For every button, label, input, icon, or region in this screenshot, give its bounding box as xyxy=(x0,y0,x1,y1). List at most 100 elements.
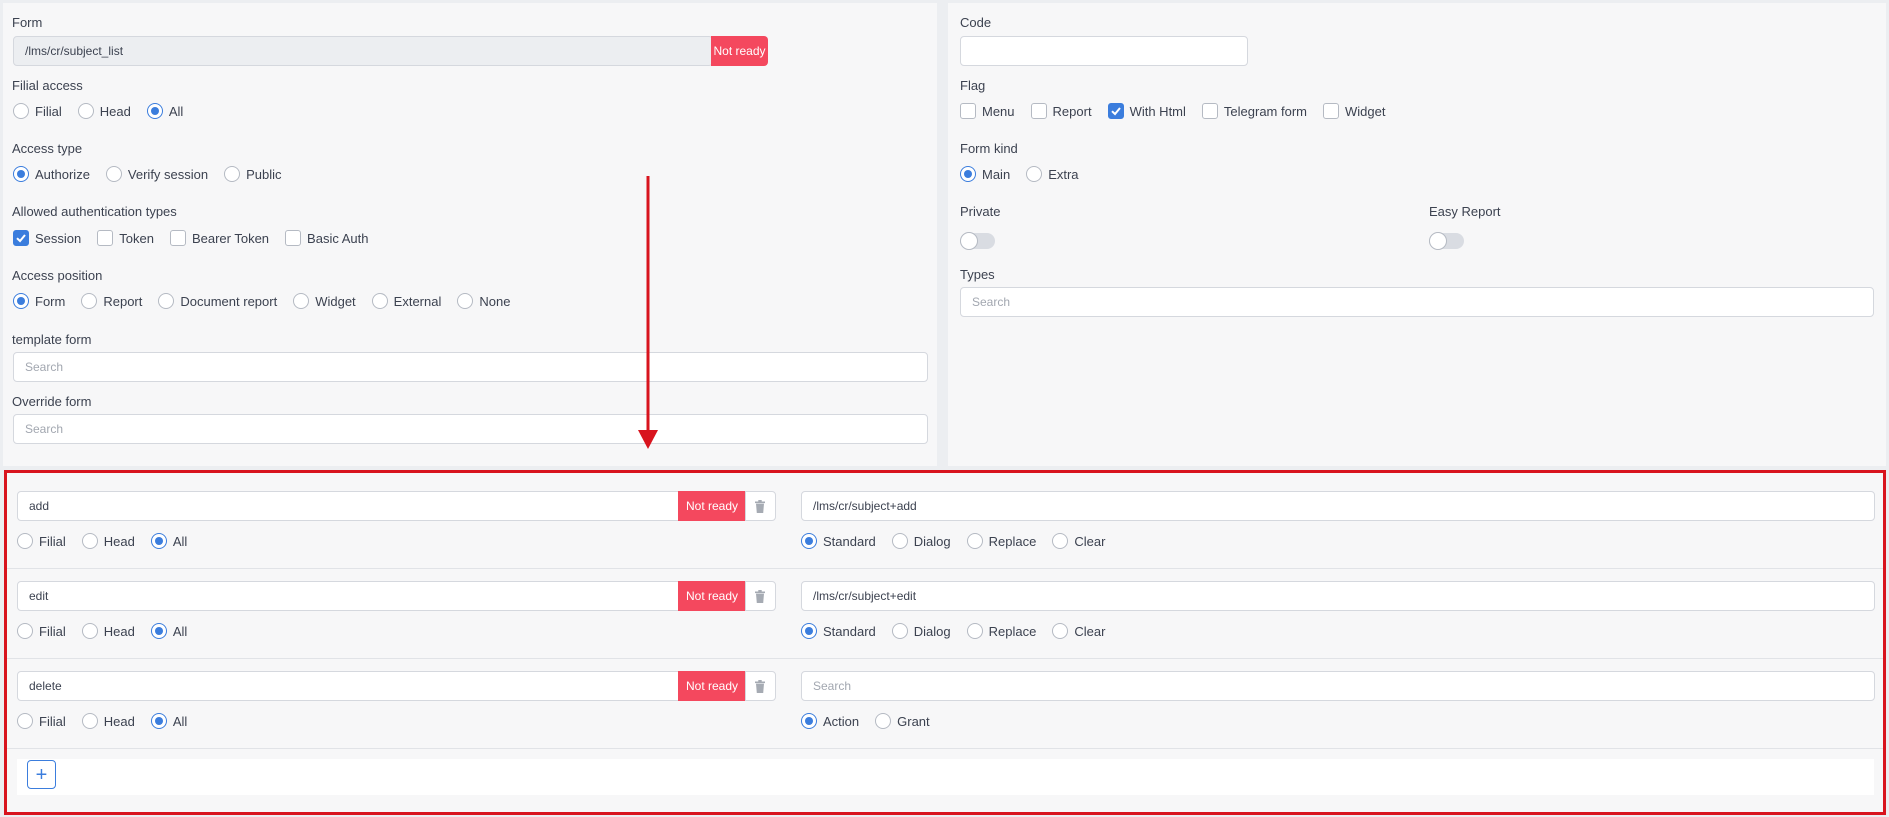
checkbox-icon[interactable] xyxy=(960,103,976,119)
flag-option[interactable]: Widget xyxy=(1322,103,1385,119)
access-position-option[interactable]: External xyxy=(371,293,441,309)
checkbox-icon[interactable] xyxy=(1030,103,1047,119)
action-filial-option[interactable]: Head xyxy=(81,533,135,549)
access-position-option[interactable]: Document report xyxy=(158,293,277,309)
action-mode-option[interactable]: Standard xyxy=(801,533,876,549)
access-position-option[interactable]: Widget xyxy=(293,293,356,309)
radio-icon[interactable] xyxy=(1052,623,1069,639)
checkbox-checked-icon[interactable] xyxy=(13,230,29,246)
radio-icon[interactable] xyxy=(1052,533,1069,549)
radio-icon[interactable] xyxy=(875,713,892,729)
code-input[interactable] xyxy=(960,36,1248,66)
radio-icon[interactable] xyxy=(966,533,983,549)
radio-icon[interactable] xyxy=(81,533,98,549)
action-mode-option[interactable]: Standard xyxy=(801,623,876,639)
radio-icon[interactable] xyxy=(966,623,983,639)
action-target-input[interactable]: /lms/cr/subject+edit xyxy=(801,581,1875,611)
action-mode-option[interactable]: Grant xyxy=(875,713,930,729)
access-position-option[interactable]: None xyxy=(457,293,510,309)
radio-icon[interactable] xyxy=(801,713,817,729)
types-search-input[interactable]: Search xyxy=(960,287,1874,317)
access-position-option[interactable]: Report xyxy=(81,293,142,309)
radio-icon[interactable] xyxy=(150,623,167,639)
access-position-option[interactable]: Form xyxy=(13,293,65,309)
action-filial-option[interactable]: All xyxy=(150,623,187,639)
filial-access-option[interactable]: All xyxy=(146,103,183,119)
radio-icon[interactable] xyxy=(158,293,175,309)
checkbox-icon[interactable] xyxy=(169,230,186,246)
action-filial-option[interactable]: Head xyxy=(81,623,135,639)
radio-icon[interactable] xyxy=(13,293,29,309)
flag-option[interactable]: With Html xyxy=(1107,103,1186,119)
radio-icon[interactable] xyxy=(17,713,33,729)
radio-icon[interactable] xyxy=(81,293,98,309)
access-type-option[interactable]: Verify session xyxy=(105,166,208,182)
action-code-input[interactable]: edit xyxy=(17,581,682,611)
action-code-input[interactable]: delete xyxy=(17,671,682,701)
radio-icon[interactable] xyxy=(13,166,29,182)
radio-icon[interactable] xyxy=(457,293,474,309)
auth-type-option[interactable]: Bearer Token xyxy=(169,230,269,246)
radio-icon[interactable] xyxy=(17,533,33,549)
action-filial-option[interactable]: All xyxy=(150,713,187,729)
radio-icon[interactable] xyxy=(1026,166,1043,182)
action-filial-option[interactable]: Filial xyxy=(17,533,66,549)
auth-type-option[interactable]: Session xyxy=(13,230,81,246)
action-mode-option[interactable]: Dialog xyxy=(891,623,951,639)
action-target-search-input[interactable]: Search xyxy=(801,671,1875,701)
radio-icon[interactable] xyxy=(17,623,33,639)
checkbox-icon[interactable] xyxy=(285,230,302,246)
radio-icon[interactable] xyxy=(150,713,167,729)
action-filial-option[interactable]: All xyxy=(150,533,187,549)
action-mode-option[interactable]: Dialog xyxy=(891,533,951,549)
action-mode-option[interactable]: Replace xyxy=(966,623,1036,639)
radio-icon[interactable] xyxy=(224,166,241,182)
action-filial-option[interactable]: Head xyxy=(81,713,135,729)
trash-icon[interactable] xyxy=(746,581,774,611)
template-form-search-input[interactable]: Search xyxy=(13,352,928,382)
filial-access-option[interactable]: Filial xyxy=(13,103,62,119)
action-filial-option[interactable]: Filial xyxy=(17,623,66,639)
checkbox-checked-icon[interactable] xyxy=(1107,103,1124,119)
action-target-input[interactable]: /lms/cr/subject+add xyxy=(801,491,1875,521)
radio-icon[interactable] xyxy=(801,533,817,549)
add-action-button[interactable]: + xyxy=(27,760,56,789)
auth-type-option[interactable]: Token xyxy=(97,230,154,246)
trash-icon[interactable] xyxy=(746,491,774,521)
action-code-input[interactable]: add xyxy=(17,491,682,521)
radio-icon[interactable] xyxy=(891,533,908,549)
form-kind-option[interactable]: Extra xyxy=(1026,166,1079,182)
flag-option[interactable]: Report xyxy=(1030,103,1092,119)
radio-icon[interactable] xyxy=(105,166,122,182)
filial-access-option[interactable]: Head xyxy=(77,103,131,119)
access-type-option[interactable]: Public xyxy=(224,166,282,182)
radio-icon[interactable] xyxy=(371,293,388,309)
flag-option[interactable]: Telegram form xyxy=(1201,103,1307,119)
action-mode-option[interactable]: Replace xyxy=(966,533,1036,549)
radio-icon[interactable] xyxy=(13,103,29,119)
action-mode-option[interactable]: Clear xyxy=(1052,533,1105,549)
radio-icon[interactable] xyxy=(77,103,94,119)
checkbox-icon[interactable] xyxy=(1201,103,1218,119)
private-toggle[interactable] xyxy=(960,232,995,250)
access-type-option[interactable]: Authorize xyxy=(13,166,90,182)
radio-icon[interactable] xyxy=(81,713,98,729)
form-path-field[interactable]: /lms/cr/subject_list xyxy=(13,36,713,66)
action-mode-option[interactable]: Clear xyxy=(1052,623,1105,639)
action-mode-option[interactable]: Action xyxy=(801,713,859,729)
trash-icon[interactable] xyxy=(746,671,774,701)
radio-icon[interactable] xyxy=(81,623,98,639)
checkbox-icon[interactable] xyxy=(97,230,114,246)
auth-type-option[interactable]: Basic Auth xyxy=(285,230,368,246)
radio-icon[interactable] xyxy=(293,293,310,309)
radio-icon[interactable] xyxy=(801,623,817,639)
radio-icon[interactable] xyxy=(146,103,163,119)
form-kind-option[interactable]: Main xyxy=(960,166,1010,182)
checkbox-icon[interactable] xyxy=(1322,103,1339,119)
flag-option[interactable]: Menu xyxy=(960,103,1015,119)
easy-report-toggle[interactable] xyxy=(1429,232,1464,250)
radio-icon[interactable] xyxy=(150,533,167,549)
radio-icon[interactable] xyxy=(960,166,976,182)
override-form-search-input[interactable]: Search xyxy=(13,414,928,444)
radio-icon[interactable] xyxy=(891,623,908,639)
